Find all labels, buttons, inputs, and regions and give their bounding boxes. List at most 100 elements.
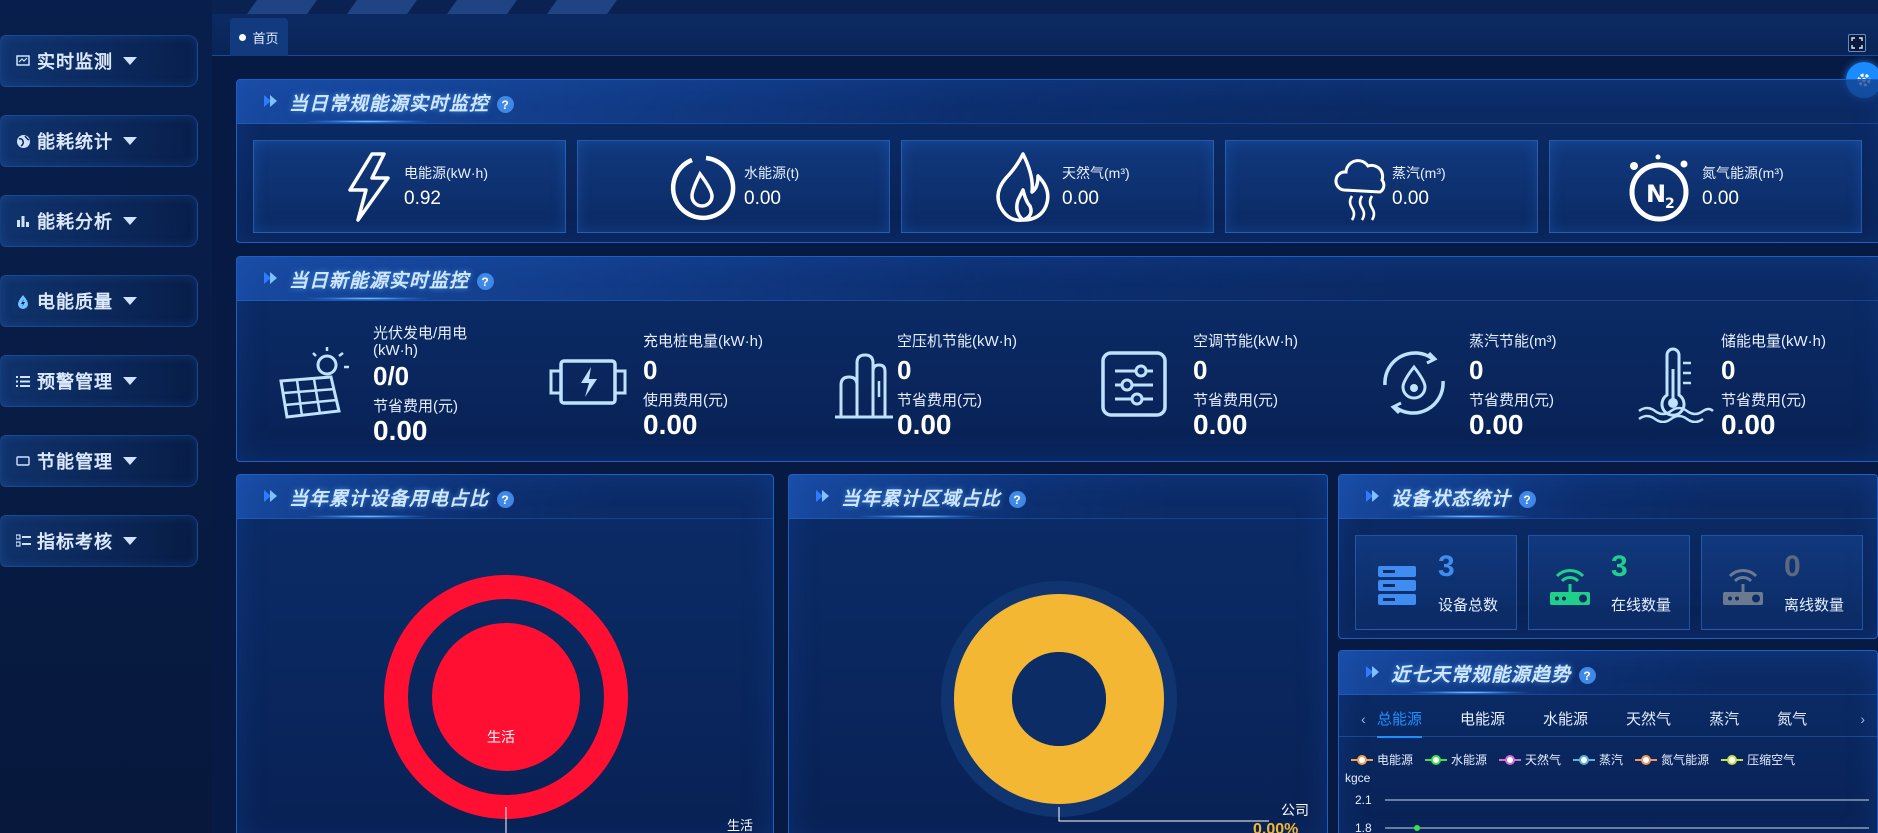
energy-value: 0.00 (1062, 188, 1099, 209)
energy-value: 0.00 (1702, 188, 1739, 209)
new-energy-value: 0 (1193, 355, 1208, 385)
device-online-card[interactable]: 3 在线数量 (1528, 535, 1690, 630)
charger-icon (549, 359, 627, 405)
new-energy-value: 0.00 (1469, 409, 1524, 440)
energy-label: 氮气能源(m³) (1702, 165, 1784, 181)
new-energy-item-steam-saving: 蒸汽节能(m³) 0 节省费用(元) 0.00 (1373, 311, 1633, 440)
tab-home-label: 首页 (252, 30, 279, 46)
new-energy-label: 储能电量(kW·h) (1721, 333, 1826, 350)
sidebar-item-indicator-assessment[interactable]: 指标考核 (0, 515, 198, 567)
energy-value: 0.92 (404, 188, 441, 209)
top-decoration (212, 0, 1878, 14)
tab-home[interactable]: 首页 (230, 18, 288, 56)
thermometer-icon (1638, 347, 1714, 423)
sidebar-item-label: 指标考核 (37, 532, 113, 552)
device-total-card[interactable]: 3 设备总数 (1355, 535, 1517, 630)
sidebar-item-consumption-stats[interactable]: 能耗统计 (0, 115, 198, 167)
chevron-down-icon (123, 457, 137, 465)
chevron-down-icon (123, 57, 137, 65)
callout-value: 0.00% (1253, 821, 1299, 833)
sidebar: 实时监测 能耗统计 能耗分析 电能质量 预警管理 节能管理 指标考核 (0, 0, 212, 833)
new-energy-value: 0/0 (373, 361, 410, 391)
chevron-down-icon (123, 377, 137, 385)
energy-card-nitrogen[interactable]: N2 氮气能源(m³) 0.00 (1549, 140, 1862, 233)
sidebar-item-consumption-analysis[interactable]: 能耗分析 (0, 195, 198, 247)
active-dot-icon (239, 33, 247, 41)
sidebar-item-realtime-monitor[interactable]: 实时监测 (0, 35, 198, 87)
chevron-down-icon (123, 217, 137, 225)
sidebar-item-power-quality[interactable]: 电能质量 (0, 275, 198, 327)
flame-icon (996, 152, 1050, 222)
sidebar-item-energy-saving[interactable]: 节能管理 (0, 435, 198, 487)
energy-card-water[interactable]: 水能源(t) 0.00 (577, 140, 890, 233)
lightning-icon (348, 152, 390, 222)
help-icon[interactable]: ? (477, 273, 495, 291)
new-energy-value: 0.00 (1193, 409, 1248, 440)
energy-label: 水能源(t) (744, 165, 800, 181)
energy-label: 电能源(kW·h) (404, 165, 488, 181)
new-energy-label: 节省费用(元) (1721, 392, 1806, 409)
monitor-icon (15, 53, 31, 69)
sidebar-item-label: 能耗统计 (37, 132, 113, 152)
device-ratio-chart (384, 575, 628, 833)
region-ratio-chart (941, 581, 1269, 822)
new-energy-value: 0 (1469, 355, 1484, 385)
trend-panel: 近七天常规能源趋势? ‹ 总能源 电能源 水能源 天然气 蒸汽 氮气 › 电能源… (1338, 650, 1878, 833)
device-ratio-panel: 当年累计设备用电占比? 生活 生活 (236, 474, 774, 833)
list-icon (15, 373, 31, 389)
bar-chart-icon (15, 213, 31, 229)
new-energy-label: 空调节能(kW·h) (1193, 333, 1298, 350)
help-icon[interactable]: ? (497, 96, 515, 114)
water-drop-icon (670, 155, 736, 221)
data-point[interactable] (1414, 825, 1420, 831)
steam-cloud-icon (1334, 159, 1386, 221)
double-arrow-icon (1366, 490, 1379, 502)
device-count: 0 (1784, 550, 1801, 583)
server-icon (1378, 566, 1416, 605)
new-energy-value: 0.00 (1721, 409, 1776, 440)
new-energy-value: 0 (897, 355, 912, 385)
energy-label: 天然气(m³) (1062, 165, 1130, 181)
new-energy-item-compressor: 空压机节能(kW·h) 0 节省费用(元) 0.00 (827, 311, 1087, 440)
help-icon[interactable]: ? (1519, 491, 1537, 509)
callout-label: 公司 (1281, 802, 1309, 818)
rectangle-icon (15, 453, 31, 469)
fullscreen-button[interactable] (1848, 34, 1866, 52)
solar-panel-icon (279, 347, 349, 419)
pie-inner-slice[interactable] (432, 623, 580, 771)
sidebar-item-alarm-management[interactable]: 预警管理 (0, 355, 198, 407)
chevron-down-icon (123, 537, 137, 545)
router-offline-icon (1723, 569, 1763, 605)
fullscreen-icon (1851, 37, 1863, 49)
energy-label: 蒸汽(m³) (1392, 165, 1446, 181)
callout-label: 生活 (727, 818, 754, 833)
new-energy-label: 蒸汽节能(m³) (1469, 333, 1557, 350)
new-energy-label: 节省费用(元) (1469, 392, 1554, 409)
sidebar-item-label: 节能管理 (37, 452, 113, 472)
new-energy-label: 节省费用(元) (897, 392, 982, 409)
panel-title: 当日新能源实时监控? (289, 266, 495, 293)
device-offline-card[interactable]: 0 离线数量 (1701, 535, 1863, 630)
new-energy-value: 0.00 (897, 409, 952, 440)
sidebar-item-label: 能耗分析 (37, 212, 113, 232)
trend-chart (1385, 799, 1869, 831)
new-energy-panel: 当日新能源实时监控? 光伏发电/用电 (kW·h) 0/0 节省费用(元) 0.… (236, 256, 1878, 462)
energy-card-gas[interactable]: 天然气(m³) 0.00 (901, 140, 1214, 233)
chevron-down-icon (123, 137, 137, 145)
steam-saving-icon (1383, 351, 1445, 415)
energy-value: 0.00 (744, 188, 781, 209)
panel-title: 当日常规能源实时监控? (289, 89, 515, 116)
double-arrow-icon (264, 95, 277, 107)
sidebar-item-label: 电能质量 (37, 292, 113, 312)
new-energy-label: 节省费用(元) (1193, 392, 1278, 409)
energy-card-electric[interactable]: 电能源(kW·h) 0.92 (253, 140, 566, 233)
new-energy-item-storage: 储能电量(kW·h) 0 节省费用(元) 0.00 (1635, 311, 1875, 440)
panel-title: 设备状态统计? (1391, 484, 1537, 511)
new-energy-item-solar: 光伏发电/用电 (kW·h) 0/0 节省费用(元) 0.00 (273, 311, 533, 446)
donut-hole (1012, 652, 1106, 746)
panel-header: 当日常规能源实时监控? (237, 80, 1878, 124)
device-status-panel: 设备状态统计? 3 设备总数 3 在线数量 0 离线数量 (1338, 474, 1878, 639)
energy-card-steam[interactable]: 蒸汽(m³) 0.00 (1225, 140, 1538, 233)
new-energy-item-ac: 空调节能(kW·h) 0 节省费用(元) 0.00 (1097, 311, 1357, 440)
pie-center-label: 生活 (487, 729, 515, 745)
